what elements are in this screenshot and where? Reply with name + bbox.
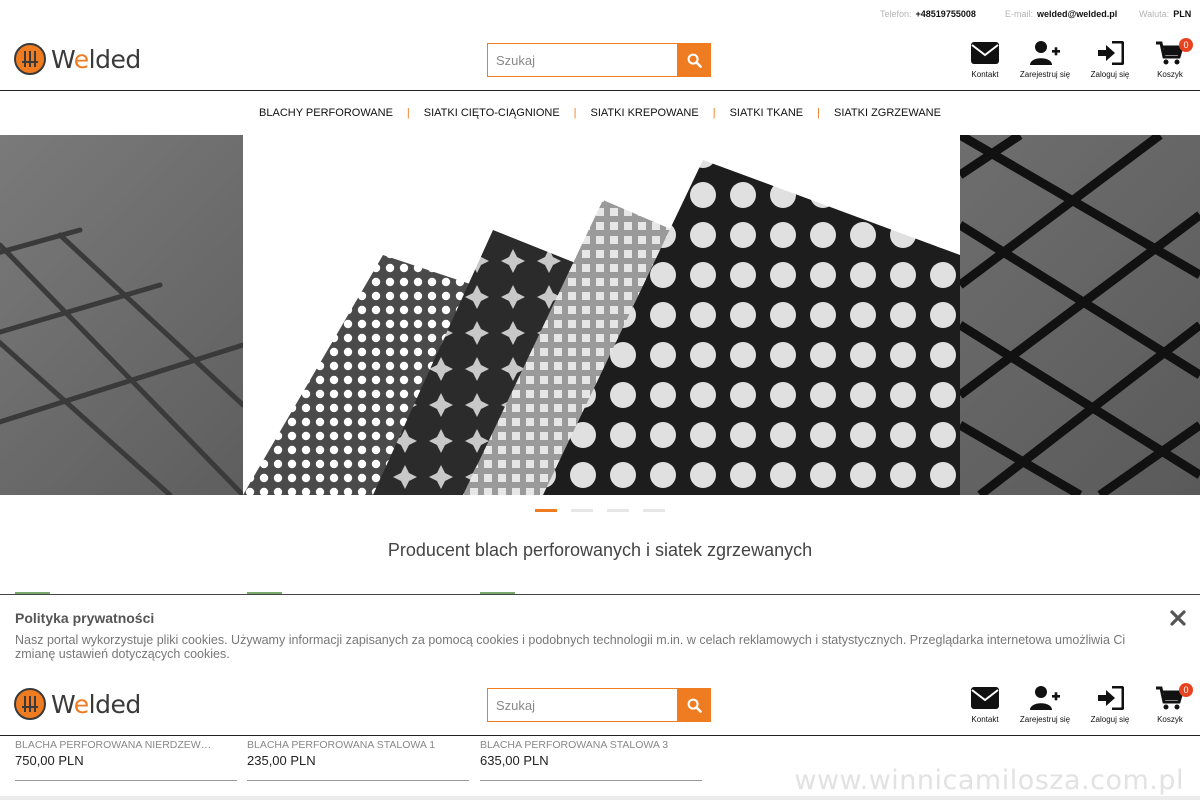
product-price: 750,00 PLN (15, 753, 84, 768)
slider-dot-1[interactable] (535, 509, 557, 512)
slider-dot-3[interactable] (607, 509, 629, 512)
envelope-icon (971, 687, 999, 709)
cart-count-badge: 0 (1179, 38, 1193, 52)
envelope-icon (971, 42, 999, 64)
cookie-text: Nasz portal wykorzystuje pliki cookies. … (15, 633, 1126, 661)
nav-item-siatki-cieto-ciagnione[interactable]: SIATKI CIĘTO-CIĄGNIONE (410, 107, 574, 119)
cart-label: Koszyk (1157, 70, 1183, 79)
header: Welded Kontakt Zarejestruj się Zaloguj s… (0, 28, 1200, 90)
header-actions: Kontakt Zarejestruj się Zaloguj się 0 Ko… (0, 38, 1200, 88)
product-card[interactable]: BLACHA PERFOROWANA STALOWA 3 635,00 PLN (480, 736, 702, 781)
header-divider (0, 90, 1200, 91)
slide-welded-mesh-image (0, 135, 246, 495)
sticky-header: Welded Kontakt Zarejestruj się Zaloguj s… (0, 673, 1200, 735)
user-plus-icon (1030, 686, 1060, 710)
slider-dots (535, 509, 665, 512)
currency-value[interactable]: PLN (1173, 9, 1191, 19)
phone-label: Telefon: (880, 9, 912, 19)
product-card[interactable]: BLACHA PERFOROWANA NIERDZEWNA 750,00 PLN (15, 736, 237, 781)
register-button[interactable]: Zarejestruj się (1010, 38, 1080, 79)
sticky-cart-button[interactable]: 0 Koszyk (1135, 683, 1200, 724)
currency-label: Waluta: (1139, 9, 1170, 19)
phone-value[interactable]: +48519755008 (916, 9, 976, 19)
user-plus-icon (1030, 41, 1060, 65)
main-nav: BLACHY PERFOROWANE | SIATKI CIĘTO-CIĄGNIO… (0, 92, 1200, 134)
nav-item-siatki-tkane[interactable]: SIATKI TKANE (716, 107, 818, 119)
email-value[interactable]: welded@welded.pl (1037, 9, 1117, 19)
slide-expanded-mesh-image (957, 135, 1200, 495)
sticky-register-button[interactable]: Zarejestruj się (1010, 683, 1080, 724)
cookie-title: Polityka prywatności (15, 610, 155, 626)
product-name[interactable]: BLACHA PERFOROWANA STALOWA 3 (480, 739, 680, 751)
sticky-header-actions: Kontakt Zarejestruj się Zaloguj się 0 Ko… (0, 683, 1200, 733)
slider-dot-4[interactable] (643, 509, 665, 512)
slide-perforated-sheets-image (243, 135, 960, 495)
hero-slider[interactable] (0, 135, 1200, 495)
register-label: Zarejestruj się (1019, 70, 1071, 79)
register-label: Zarejestruj się (1019, 715, 1071, 724)
product-price: 235,00 PLN (247, 753, 316, 768)
currency-info: Waluta: PLN (1139, 9, 1191, 19)
email-info: E-mail: welded@welded.pl (1005, 9, 1117, 19)
cart-label: Koszyk (1157, 715, 1183, 724)
product-price: 635,00 PLN (480, 753, 549, 768)
close-icon (1170, 610, 1186, 626)
sign-in-icon (1098, 41, 1124, 65)
cart-count-badge: 0 (1179, 683, 1193, 697)
email-label: E-mail: (1005, 9, 1034, 19)
bottom-strip (0, 796, 1200, 800)
product-name[interactable]: BLACHA PERFOROWANA NIERDZEWNA (15, 739, 215, 751)
sign-in-icon (1098, 686, 1124, 710)
product-card[interactable]: BLACHA PERFOROWANA STALOWA 1 235,00 PLN (247, 736, 469, 781)
nav-item-blachy-perforowane[interactable]: BLACHY PERFOROWANE (245, 107, 407, 119)
watermark-text: www.winnicamilosza.com.pl (794, 765, 1184, 796)
nav-item-siatki-krepowane[interactable]: SIATKI KREPOWANE (577, 107, 713, 119)
cart-button[interactable]: 0 Koszyk (1135, 38, 1200, 79)
phone-info: Telefon: +48519755008 (880, 9, 976, 19)
nav-item-siatki-zgrzewane[interactable]: SIATKI ZGRZEWANE (820, 107, 955, 119)
page-tagline: Producent blach perforowanych i siatek z… (387, 540, 813, 560)
close-cookie-button[interactable] (1170, 610, 1186, 626)
product-name[interactable]: BLACHA PERFOROWANA STALOWA 1 (247, 739, 447, 751)
slider-dot-2[interactable] (571, 509, 593, 512)
top-info-bar: Telefon: +48519755008 E-mail: welded@welde… (0, 0, 1200, 28)
